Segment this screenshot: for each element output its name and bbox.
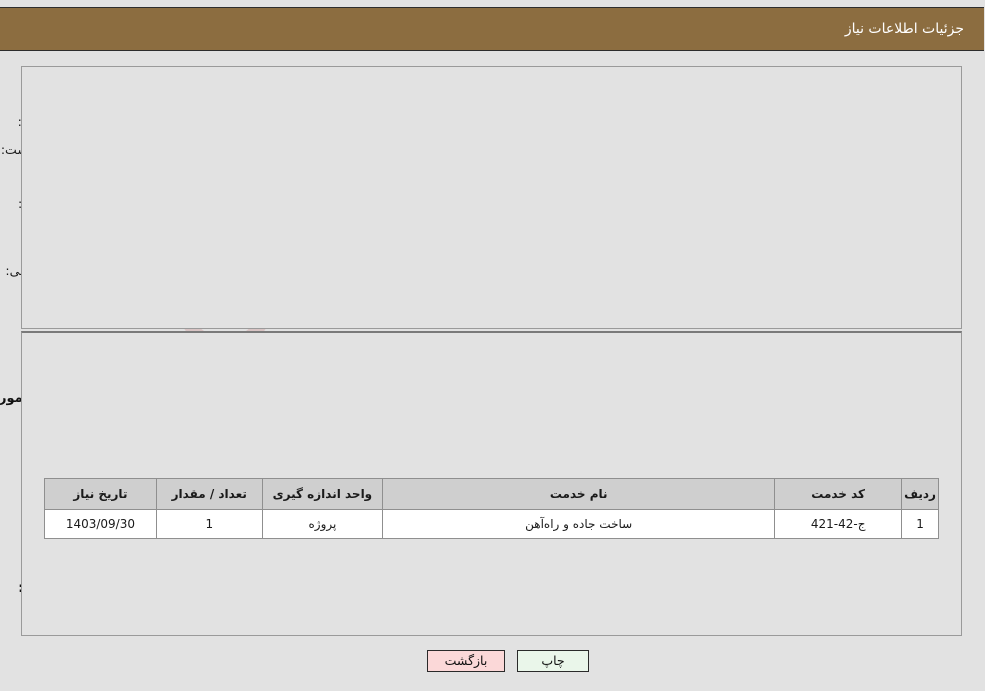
column-header-qty: تعداد / مقدار (156, 478, 264, 510)
back-button[interactable]: بازگشت (428, 650, 506, 672)
page-header-bar: جزئیات اطلاعات نیاز (0, 7, 985, 51)
column-header-unit: واحد اندازه گیری (262, 478, 385, 510)
column-header-code: کد خدمت (775, 478, 904, 510)
column-header-date: تاریخ نیاز (45, 478, 158, 510)
service-table: ردیف کد خدمت نام خدمت واحد اندازه گیری ت… (45, 478, 940, 539)
cell-radif: 1 (902, 509, 940, 539)
page-title: جزئیات اطلاعات نیاز (845, 21, 965, 37)
cell-name: ساخت جاده و راه‌آهن (383, 509, 777, 539)
cell-unit: پروژه (262, 509, 385, 539)
print-button[interactable]: چاپ (518, 650, 590, 672)
column-header-name: نام خدمت (383, 478, 777, 510)
need-info-panel (22, 66, 963, 329)
cell-code: ج-42-421 (775, 509, 904, 539)
table-header-row: ردیف کد خدمت نام خدمت واحد اندازه گیری ت… (45, 478, 940, 510)
column-header-radif: ردیف (902, 478, 940, 510)
cell-date: 1403/09/30 (45, 509, 158, 539)
table-row: 1 ج-42-421 ساخت جاده و راه‌آهن پروژه 1 1… (45, 509, 940, 539)
cell-qty: 1 (156, 509, 264, 539)
